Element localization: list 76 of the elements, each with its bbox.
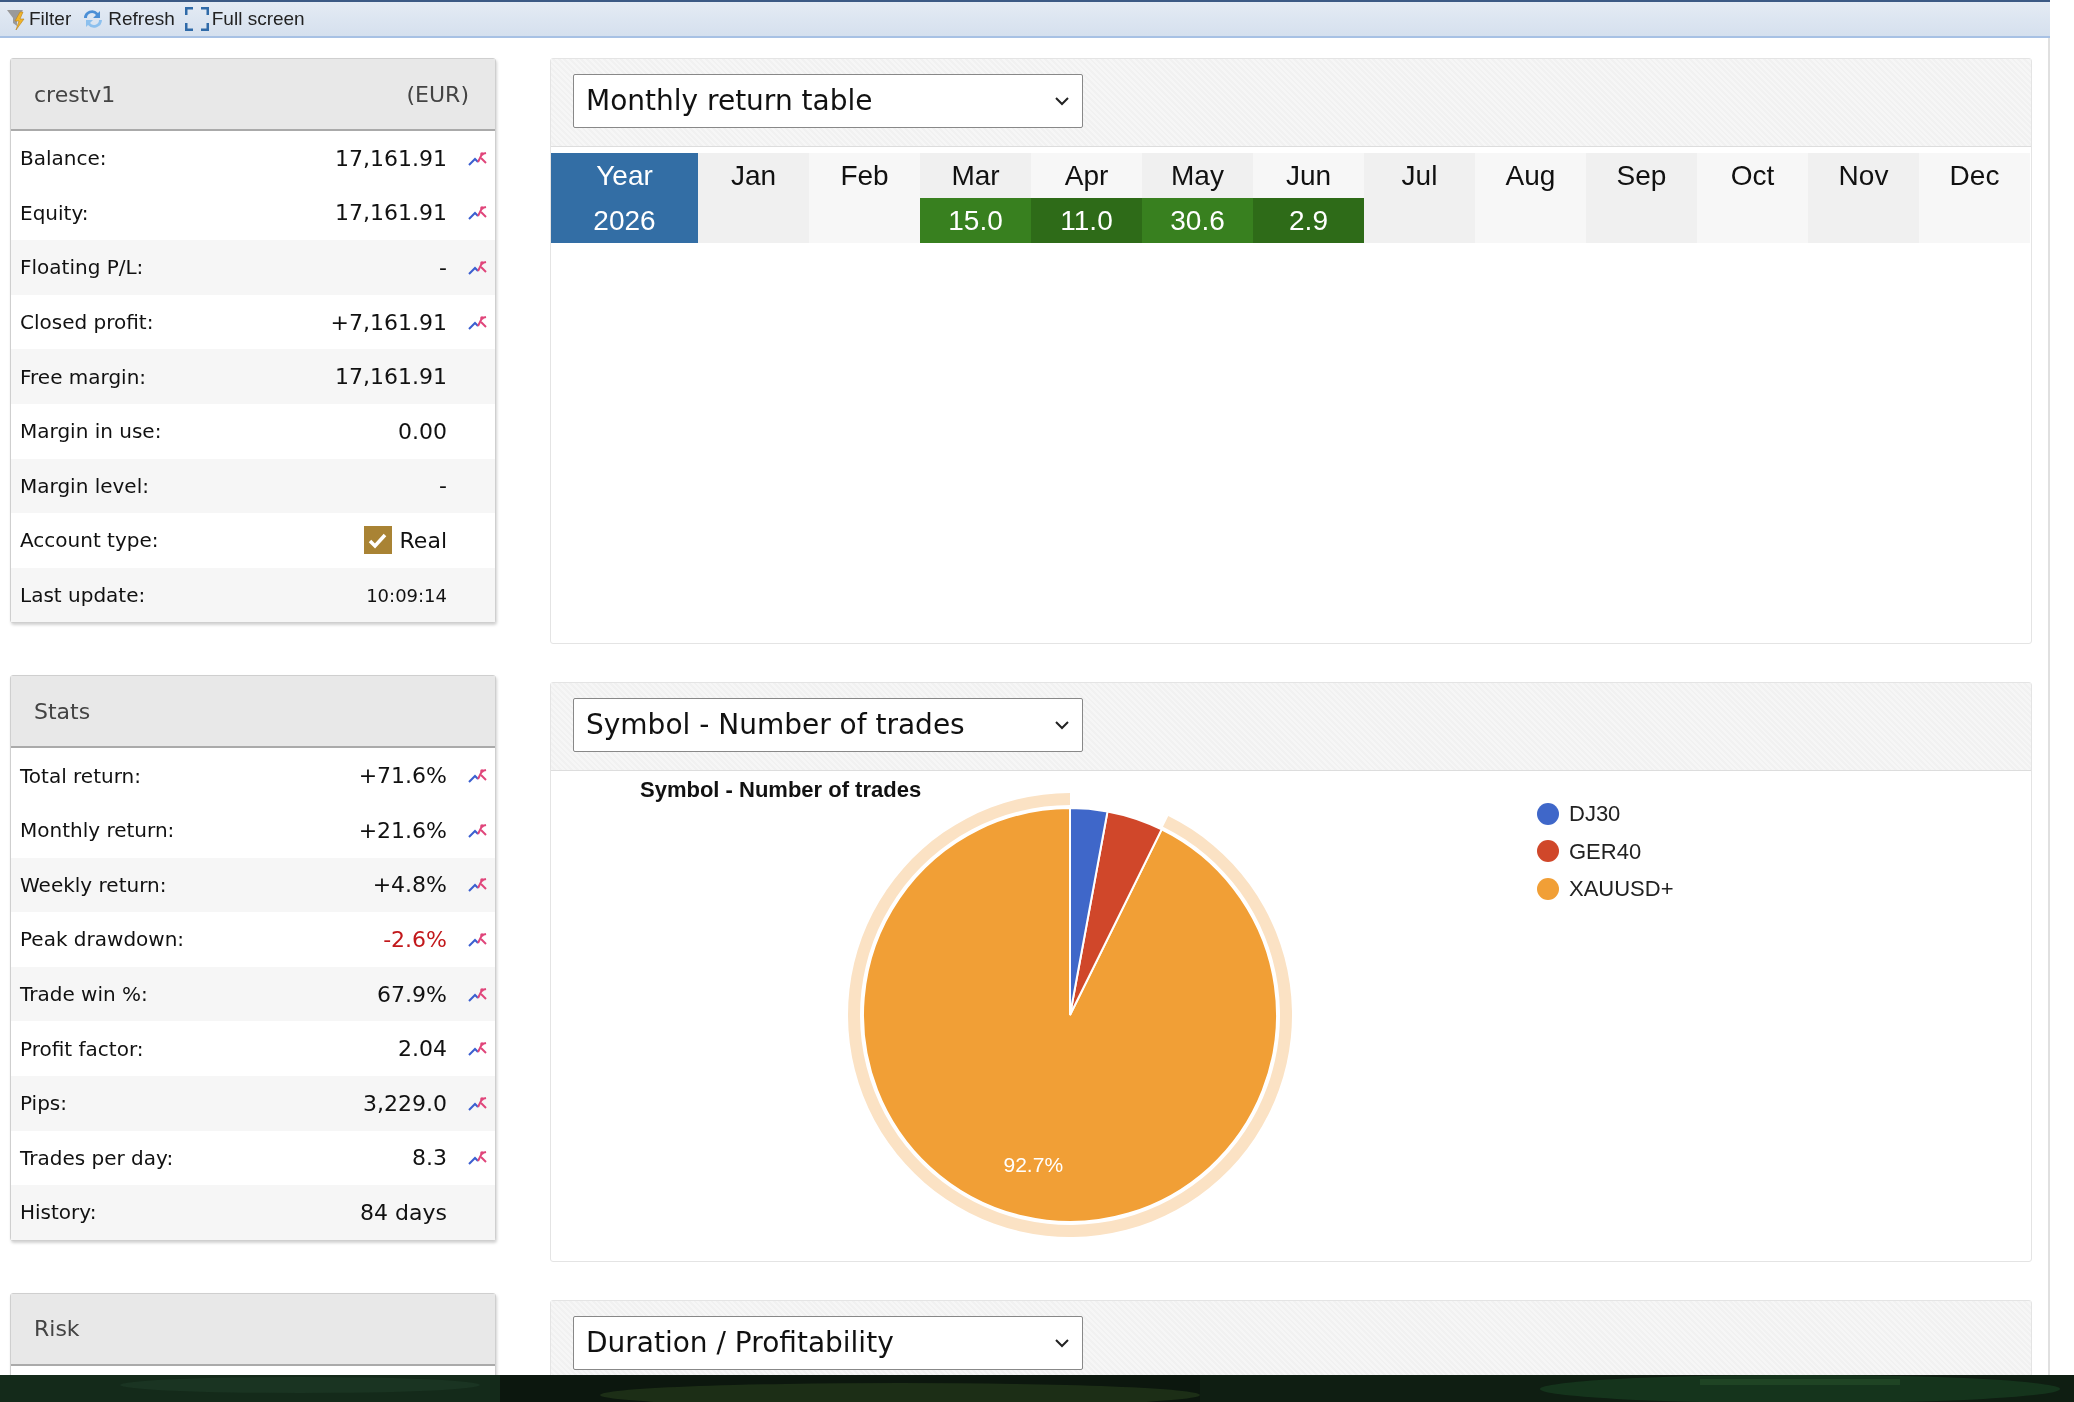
chart-title: Symbol - Number of trades [640,776,922,804]
row-value: +4.8% [372,871,447,900]
pie-slice[interactable] [1069,807,1109,1016]
dropdown[interactable]: Monthly return table [573,74,1083,128]
row-value: +21.6% [358,816,447,845]
column-header: May [1142,153,1253,198]
column-header: Oct [1697,153,1808,198]
column-header: Jun [1253,153,1364,198]
toolbar-button[interactable]: Filter [6,4,72,34]
row-label: Account type: [20,527,160,555]
legend-label: XAUUSD+ [1569,875,1674,904]
legend-label: GER40 [1569,837,1642,866]
legend-label: DJ30 [1569,800,1621,829]
chevron-icon [1054,719,1070,731]
card-title: crestv1 [34,80,116,109]
row-value: 3,229.0 [363,1089,447,1118]
column-header: Mar [920,153,1031,198]
filter-icon [6,8,26,30]
row-value: 17,161.91 [335,363,447,392]
year-cell: 2026 [551,198,698,243]
return-cell: 2.9 [1253,198,1364,243]
card-title: Stats [34,697,91,726]
chevron-icon [1054,1337,1070,1349]
row-label: Floating P/L: [20,254,145,282]
row-value: +71.6% [358,762,447,791]
chevron-icon [1054,95,1070,107]
dropdown[interactable]: Symbol - Number of trades [573,698,1083,752]
row-value: Real [399,526,447,555]
row-label: Free margin: [20,363,148,391]
column-header: Jan [698,153,809,198]
column-header: Dec [1919,153,2030,198]
currency-label: (EUR) [406,80,469,109]
row-value: 10:09:14 [366,583,447,608]
column-header: Aug [1475,153,1586,198]
row-value: 17,161.91 [335,144,447,173]
row-value: 2.04 [398,1035,447,1064]
pie-slice[interactable] [1069,810,1163,1016]
return-cell: 11.0 [1031,198,1142,243]
fullscreen-icon [184,7,209,31]
row-label: Balance: [20,145,108,173]
row-label: Weekly return: [20,871,168,899]
return-cell: 30.6 [1142,198,1253,243]
row-label: Last update: [20,582,147,610]
row-value: -2.6% [383,925,447,954]
card-title: Risk [34,1315,80,1344]
row-value: 8.3 [412,1144,447,1173]
return-cell: 15.0 [920,198,1031,243]
column-header: Apr [1031,153,1142,198]
row-label: Trades per day: [20,1144,175,1172]
toolbar-button[interactable]: Refresh [81,4,175,34]
row-value: 17,161.91 [335,199,447,228]
column-header: Sep [1586,153,1697,198]
row-label: History: [20,1199,98,1227]
row-label: Trade win %: [20,981,149,1008]
row-label: Peak drawdown: [20,926,186,954]
row-value: 67.9% [377,980,447,1009]
slice-label: 92.7% [1003,1153,1064,1177]
toolbar-button[interactable]: Full screen [184,4,305,34]
dropdown[interactable]: Duration / Profitability [573,1316,1083,1370]
row-value: - [439,472,447,501]
row-label: Closed profit: [20,309,155,337]
row-value: +7,161.91 [330,308,447,337]
row-label: Margin level: [20,472,150,500]
row-value: 84 days [360,1198,447,1227]
row-value: 0.00 [398,417,447,446]
column-header: Year [551,153,698,198]
row-value: - [439,254,447,282]
row-label: Total return: [20,762,142,790]
column-header: Jul [1364,153,1475,198]
column-header: Nov [1808,153,1919,198]
row-label: Equity: [20,199,90,227]
row-label: Monthly return: [20,817,176,845]
row-label: Profit factor: [20,1035,145,1063]
row-label: Pips: [20,1090,69,1118]
row-label: Margin in use: [20,418,163,446]
column-header: Feb [809,153,920,198]
